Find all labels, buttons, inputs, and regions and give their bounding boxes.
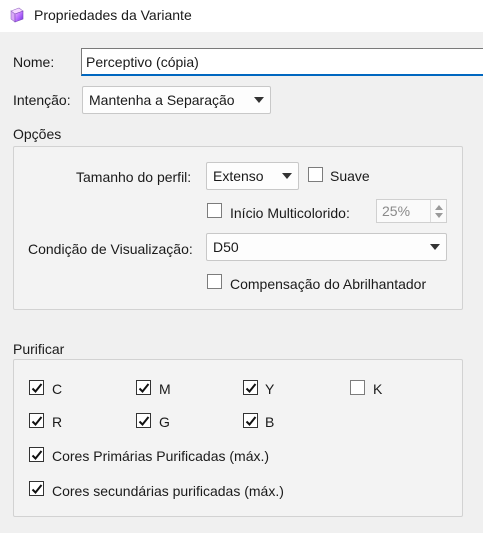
multicolor-start-spinner[interactable]: 25% <box>376 199 447 223</box>
chevron-down-icon <box>430 244 440 250</box>
intent-selected: Mantenha a Separação <box>89 92 235 108</box>
channel-m-checkbox[interactable] <box>136 380 151 395</box>
checkmark-icon <box>138 415 149 426</box>
channel-k-label: K <box>373 381 383 397</box>
profile-size-selected: Extenso <box>213 168 264 184</box>
channel-r-label: R <box>52 414 63 430</box>
brightener-compensation-checkbox[interactable] <box>207 274 222 289</box>
name-input[interactable] <box>81 48 483 76</box>
purified-secondaries-checkbox[interactable] <box>29 481 44 496</box>
channel-m-label: M <box>159 381 171 397</box>
smooth-label: Suave <box>330 168 370 184</box>
checkmark-icon <box>245 415 256 426</box>
window-title: Propriedades da Variante <box>34 7 192 23</box>
multicolor-start-value: 25% <box>382 203 411 219</box>
purified-secondaries-label: Cores secundárias purificadas (máx.) <box>52 483 284 499</box>
spin-down-icon[interactable] <box>434 212 443 218</box>
spin-up-icon[interactable] <box>434 204 443 210</box>
viewing-condition-label: Condição de Visualização: <box>28 241 193 257</box>
channel-c-label: C <box>52 381 63 397</box>
color-profile-icon <box>9 7 25 23</box>
brightener-compensation-label: Compensação do Abrilhantador <box>230 276 427 292</box>
channel-k-checkbox[interactable] <box>350 380 365 395</box>
intent-dropdown[interactable]: Mantenha a Separação <box>82 86 271 114</box>
viewing-condition-dropdown[interactable]: D50 <box>206 233 447 261</box>
purified-primaries-label: Cores Primárias Purificadas (máx.) <box>52 448 270 464</box>
channel-c-checkbox[interactable] <box>29 380 44 395</box>
checkmark-icon <box>31 483 42 494</box>
channel-g-checkbox[interactable] <box>136 413 151 428</box>
viewing-condition-selected: D50 <box>213 239 239 255</box>
checkmark-icon <box>138 382 149 393</box>
checkmark-icon <box>31 415 42 426</box>
checkmark-icon <box>31 382 42 393</box>
profile-size-label: Tamanho do perfil: <box>76 169 192 185</box>
purify-heading: Purificar <box>13 341 65 357</box>
checkmark-icon <box>31 449 42 460</box>
channel-r-checkbox[interactable] <box>29 413 44 428</box>
name-label: Nome: <box>13 54 55 70</box>
chevron-down-icon <box>282 173 292 179</box>
channel-b-label: B <box>265 414 275 430</box>
profile-size-dropdown[interactable]: Extenso <box>206 162 299 190</box>
intent-label: Intenção: <box>13 92 71 108</box>
channel-y-checkbox[interactable] <box>243 380 258 395</box>
multicolor-start-label: Início Multicolorido: <box>230 205 350 221</box>
channel-y-label: Y <box>265 381 275 397</box>
multicolor-start-checkbox[interactable] <box>207 203 222 218</box>
purified-primaries-checkbox[interactable] <box>29 447 44 462</box>
channel-g-label: G <box>159 414 170 430</box>
options-heading: Opções <box>13 126 62 142</box>
smooth-checkbox[interactable] <box>308 167 323 182</box>
chevron-down-icon <box>254 97 264 103</box>
checkmark-icon <box>245 382 256 393</box>
channel-b-checkbox[interactable] <box>243 413 258 428</box>
